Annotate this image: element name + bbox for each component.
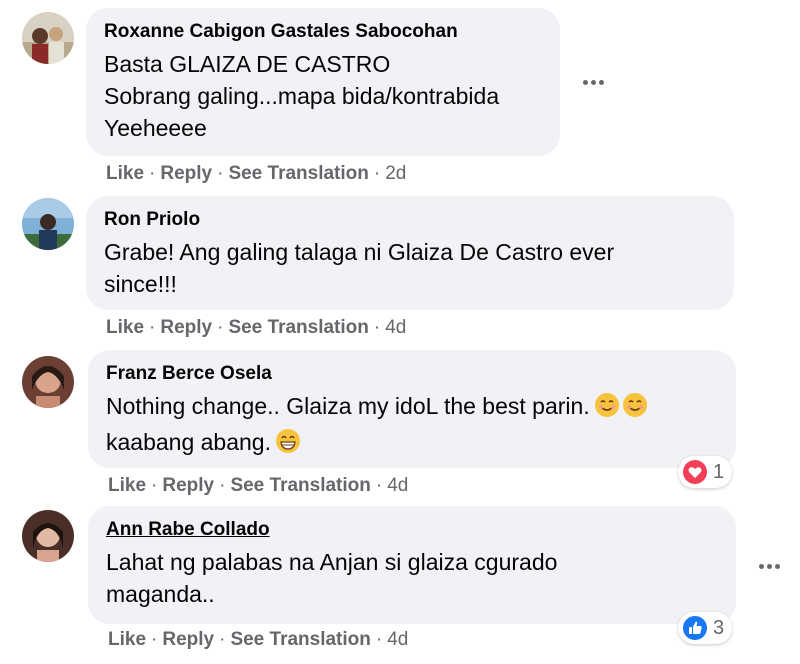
like-icon — [682, 615, 708, 641]
separator: · — [149, 317, 156, 338]
comment-bubble: Ann Rabe Collado Lahat ng palabas na Anj… — [88, 506, 736, 624]
comment-timestamp[interactable]: 4d — [387, 629, 408, 650]
separator: · — [219, 475, 226, 496]
avatar[interactable] — [22, 198, 74, 250]
comment-text: maganda.. — [106, 581, 215, 607]
comment-text: Sobrang galing...mapa bida/kontrabida — [104, 83, 500, 109]
comment-timestamp[interactable]: 4d — [385, 317, 406, 338]
separator: · — [217, 317, 224, 338]
separator: · — [373, 317, 381, 338]
like-button[interactable]: Like — [106, 317, 144, 338]
reply-button[interactable]: Reply — [162, 475, 214, 496]
reaction-count: 1 — [713, 460, 725, 483]
comment-actions: Like · Reply · See Translation · 4d — [108, 629, 408, 651]
reaction-count: 3 — [713, 616, 725, 639]
separator: · — [375, 475, 383, 496]
heart-icon — [682, 459, 708, 485]
reaction-badge[interactable]: 1 — [678, 456, 733, 488]
separator: · — [149, 163, 156, 184]
like-button[interactable]: Like — [108, 629, 146, 650]
like-button[interactable]: Like — [108, 475, 146, 496]
separator: · — [151, 475, 158, 496]
comment-author[interactable]: Ron Priolo — [104, 208, 716, 232]
separator: · — [373, 163, 381, 184]
separator: · — [217, 163, 224, 184]
avatar[interactable] — [22, 510, 74, 562]
see-translation-button[interactable]: See Translation — [228, 317, 368, 338]
comment-text: Grabe! Ang galing talaga ni Glaiza De Ca… — [104, 239, 615, 265]
grinning-emoji-icon — [275, 428, 301, 462]
comment-actions: Like · Reply · See Translation · 2d — [106, 163, 406, 185]
separator: · — [219, 629, 226, 650]
comment-text: since!!! — [104, 271, 177, 297]
avatar[interactable] — [22, 356, 74, 408]
separator: · — [375, 629, 383, 650]
like-button[interactable]: Like — [106, 163, 144, 184]
comment-author[interactable]: Franz Berce Osela — [106, 362, 718, 386]
reply-button[interactable]: Reply — [162, 629, 214, 650]
more-options-icon[interactable] — [578, 70, 608, 94]
see-translation-button[interactable]: See Translation — [230, 629, 370, 650]
comment-text: Lahat ng palabas na Anjan si glaiza cgur… — [106, 549, 558, 575]
comment-text-content: Nothing change.. Glaiza my idoL the best… — [106, 393, 590, 419]
smiling-emoji-icon — [594, 392, 620, 426]
comment-author[interactable]: Roxanne Cabigon Gastales Sabocohan — [104, 20, 542, 44]
reaction-badge[interactable]: 3 — [678, 612, 733, 644]
comment-text: Basta GLAIZA DE CASTRO — [104, 51, 391, 77]
reply-button[interactable]: Reply — [160, 317, 212, 338]
comment-timestamp[interactable]: 2d — [385, 163, 406, 184]
comment-text: kaabang abang. — [106, 426, 718, 462]
comment-text-content: kaabang abang. — [106, 429, 271, 455]
comment-actions: Like · Reply · See Translation · 4d — [108, 475, 408, 497]
comment-timestamp[interactable]: 4d — [387, 475, 408, 496]
smiling-emoji-icon — [622, 392, 648, 426]
comment-text: Yeeheeee — [104, 115, 207, 141]
comment-actions: Like · Reply · See Translation · 4d — [106, 317, 406, 339]
avatar[interactable] — [22, 12, 74, 64]
comment-text: Nothing change.. Glaiza my idoL the best… — [106, 390, 718, 426]
comment-author[interactable]: Ann Rabe Collado — [106, 518, 718, 542]
see-translation-button[interactable]: See Translation — [230, 475, 370, 496]
more-options-icon[interactable] — [754, 554, 784, 578]
see-translation-button[interactable]: See Translation — [228, 163, 368, 184]
separator: · — [151, 629, 158, 650]
comment-bubble: Franz Berce Osela Nothing change.. Glaiz… — [88, 350, 736, 468]
comment-bubble: Ron Priolo Grabe! Ang galing talaga ni G… — [86, 196, 734, 310]
comment-bubble: Roxanne Cabigon Gastales Sabocohan Basta… — [86, 8, 560, 156]
reply-button[interactable]: Reply — [160, 163, 212, 184]
